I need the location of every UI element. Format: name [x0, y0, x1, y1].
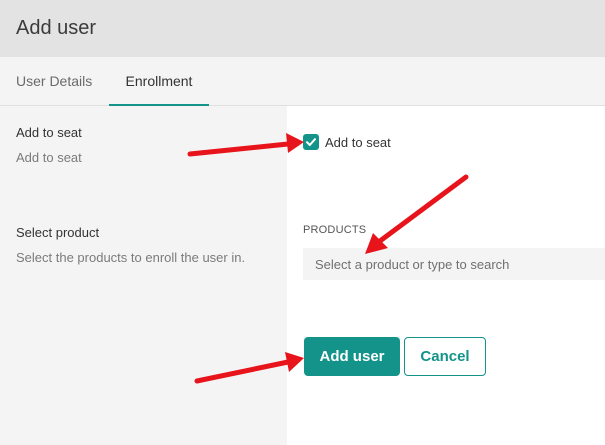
product-section-title: Select product	[16, 225, 100, 240]
dialog-header: Add user	[0, 0, 605, 57]
cancel-button[interactable]: Cancel	[404, 337, 486, 376]
check-icon	[306, 138, 316, 146]
tab-enrollment-label: Enrollment	[125, 73, 193, 89]
add-user-button[interactable]: Add user	[304, 337, 400, 376]
products-field-label: PRODUCTS	[303, 224, 367, 236]
checkbox-box[interactable]	[303, 134, 319, 150]
checkbox-label: Add to seat	[325, 134, 391, 150]
seat-section-description: Add to seat	[16, 150, 82, 165]
dialog-title: Add user	[16, 17, 97, 39]
product-section-description: Select the products to enroll the user i…	[16, 250, 246, 265]
seat-section-title: Add to seat	[16, 125, 82, 140]
add-to-seat-checkbox[interactable]: Add to seat	[303, 133, 391, 151]
tab-enrollment[interactable]: Enrollment	[109, 57, 209, 106]
tab-user-details[interactable]: User Details	[16, 57, 92, 105]
product-search-input[interactable]	[303, 248, 605, 280]
tab-bar: User Details Enrollment	[0, 57, 605, 106]
